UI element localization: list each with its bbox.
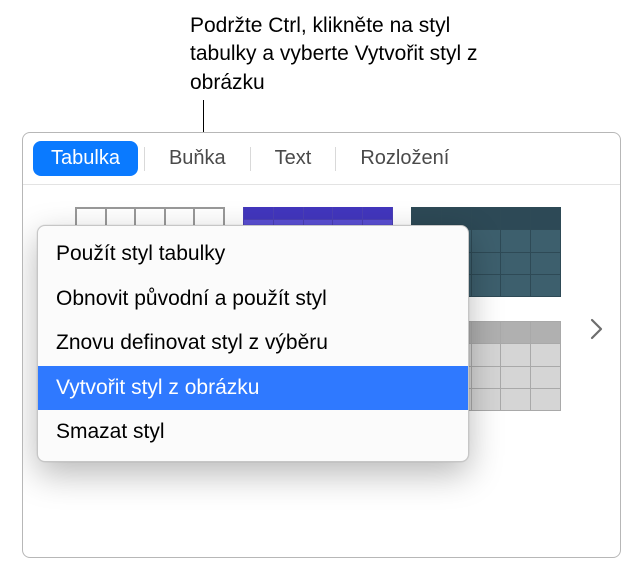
inspector-panel: Tabulka Buňka Text Rozložení <box>22 132 621 558</box>
chevron-right-icon[interactable] <box>590 318 604 340</box>
menu-item-delete-style[interactable]: Smazat styl <box>38 410 468 455</box>
menu-item-apply-style[interactable]: Použít styl tabulky <box>38 232 468 277</box>
menu-item-redefine-from-selection[interactable]: Znovu definovat styl z výběru <box>38 321 468 366</box>
tab-separator <box>144 147 145 171</box>
tab-table[interactable]: Tabulka <box>33 141 138 176</box>
tab-cell[interactable]: Buňka <box>151 141 244 176</box>
context-menu: Použít styl tabulky Obnovit původní a po… <box>37 225 469 462</box>
callout-text: Podržte Ctrl, klikněte na styl tabulky a… <box>190 12 510 97</box>
tab-text[interactable]: Text <box>257 141 330 176</box>
tab-separator <box>250 147 251 171</box>
tab-layout[interactable]: Rozložení <box>342 141 467 176</box>
inspector-tabs: Tabulka Buňka Text Rozložení <box>23 133 620 185</box>
menu-item-create-style-from-image[interactable]: Vytvořit styl z obrázku <box>38 366 468 411</box>
tab-separator <box>335 147 336 171</box>
menu-item-revert-and-apply[interactable]: Obnovit původní a použít styl <box>38 277 468 322</box>
